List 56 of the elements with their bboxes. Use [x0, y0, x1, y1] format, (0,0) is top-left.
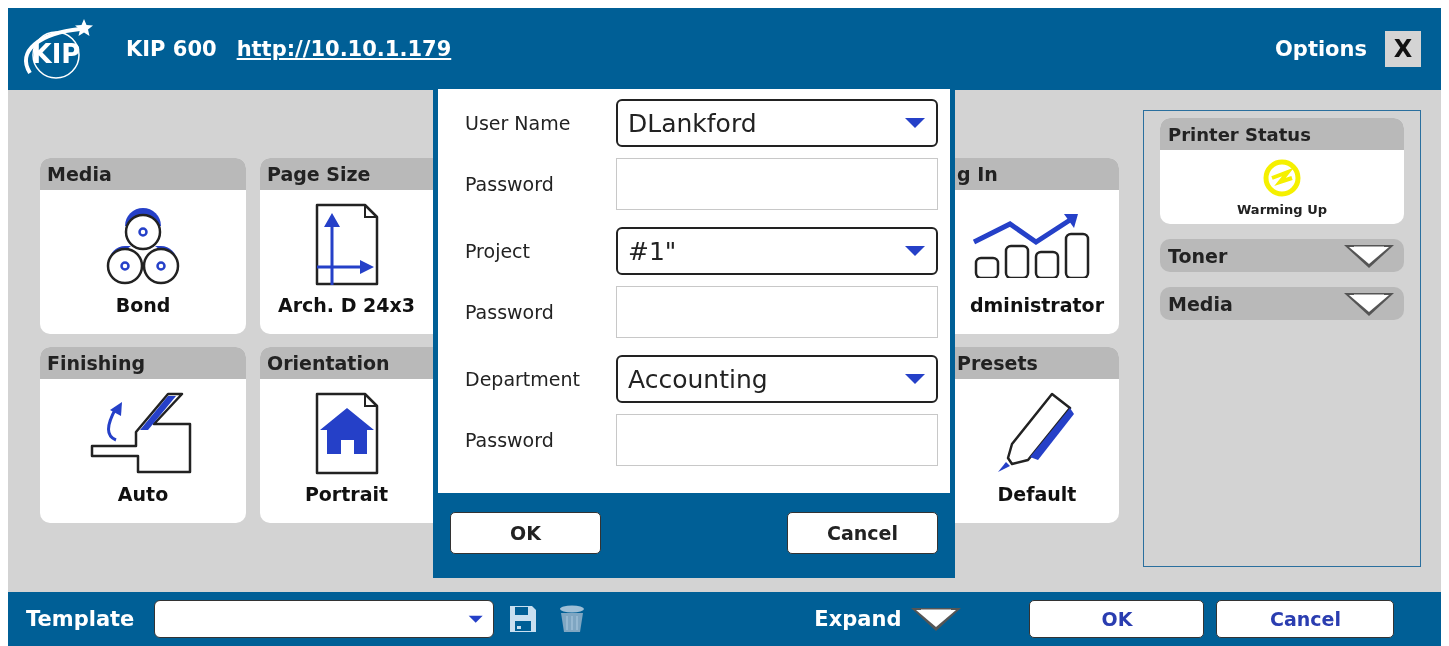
- template-dropdown[interactable]: [154, 600, 495, 638]
- tile-title: Finishing: [40, 347, 246, 379]
- printer-model: KIP 600: [126, 37, 217, 61]
- field-label: Department: [465, 368, 581, 390]
- tile-value: Portrait: [303, 483, 390, 507]
- tile-value: Default: [996, 483, 1078, 507]
- field-label: Password: [465, 429, 555, 451]
- dropdown-field[interactable]: Accounting: [616, 355, 938, 403]
- setting-tile[interactable]: Finishing Auto: [40, 347, 246, 523]
- caret-icon: [467, 614, 484, 624]
- setting-tile[interactable]: Presets Default: [955, 347, 1119, 523]
- cancel-button[interactable]: Cancel: [787, 512, 938, 554]
- password-field[interactable]: [616, 158, 938, 210]
- tile-title: Presets: [955, 347, 1119, 379]
- setting-tile[interactable]: Media Bond: [40, 158, 246, 334]
- close-button[interactable]: X: [1385, 31, 1421, 67]
- password-field[interactable]: [616, 414, 938, 466]
- password-field[interactable]: [616, 286, 938, 338]
- document-arrows-icon: [313, 203, 380, 287]
- setting-tile[interactable]: Page Size Arch. D 24x3: [260, 158, 433, 334]
- tile-title: g In: [955, 158, 1119, 190]
- collapsible-section[interactable]: Media: [1160, 287, 1404, 320]
- dropdown-field[interactable]: #1": [616, 227, 938, 275]
- tile-value: Arch. D 24x3: [277, 294, 416, 318]
- caret-icon: [904, 245, 926, 257]
- dropdown-field[interactable]: DLankford: [616, 99, 938, 147]
- section-label: Toner: [1168, 244, 1228, 267]
- tile-title: Page Size: [260, 158, 433, 190]
- document-house-icon: [313, 392, 380, 476]
- save-icon[interactable]: [508, 604, 539, 634]
- status-text: Warming Up: [1237, 201, 1327, 217]
- caret-icon: [904, 117, 926, 129]
- ok-button[interactable]: OK: [1029, 600, 1205, 638]
- options-label: Options: [1275, 37, 1367, 61]
- expand-label: Expand: [814, 607, 902, 631]
- trash-icon[interactable]: [558, 604, 587, 634]
- tile-value: dministrator: [968, 294, 1105, 318]
- ok-button[interactable]: OK: [450, 512, 601, 554]
- printer-url-link[interactable]: http://10.10.1.179: [236, 37, 452, 61]
- field-label: Project: [465, 240, 531, 262]
- field-label: User Name: [465, 112, 572, 134]
- setting-tile[interactable]: g In dministrator: [955, 158, 1119, 334]
- tile-value: Auto: [116, 483, 170, 507]
- collapsible-section[interactable]: Toner: [1160, 239, 1404, 272]
- status-title: Printer Status: [1160, 118, 1404, 150]
- tile-title: Media: [40, 158, 246, 190]
- field-label: Password: [465, 173, 555, 195]
- cancel-button[interactable]: Cancel: [1216, 600, 1395, 638]
- warming-icon: [1262, 157, 1302, 198]
- tile-value: Bond: [114, 294, 172, 318]
- field-label: Password: [465, 301, 555, 323]
- section-label: Media: [1168, 292, 1233, 315]
- template-label: Template: [26, 607, 135, 631]
- caret-icon: [904, 373, 926, 385]
- setting-tile[interactable]: Orientation Portrait: [260, 347, 433, 523]
- tile-title: Orientation: [260, 347, 433, 379]
